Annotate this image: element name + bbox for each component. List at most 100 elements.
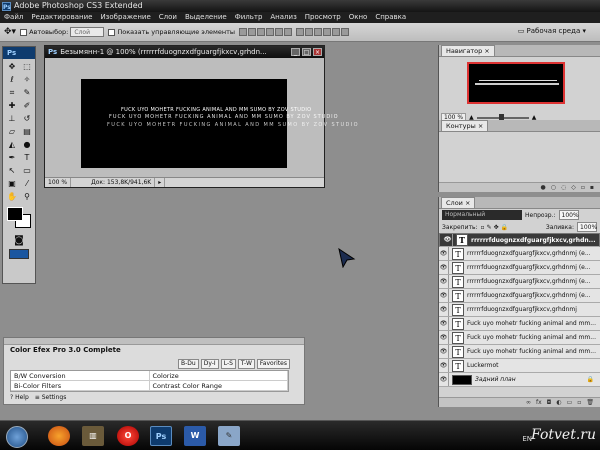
eye-icon[interactable]: 👁 <box>439 373 449 386</box>
menu-select[interactable]: Выделение <box>181 12 231 23</box>
new-layer-icon[interactable]: ▫ <box>577 398 581 407</box>
align-hcenter-icon[interactable] <box>275 28 284 36</box>
eye-icon[interactable]: 👁 <box>439 261 449 274</box>
eye-icon[interactable]: 👁 <box>439 317 449 330</box>
zoom-slider[interactable] <box>476 113 529 122</box>
zoom-tool-icon[interactable]: ⚲ <box>20 191 34 203</box>
tab-layers[interactable]: Слои × <box>441 197 476 208</box>
help-button[interactable]: ? Help <box>10 394 29 401</box>
distribute-left-icon[interactable] <box>323 28 332 36</box>
slice-tool-icon[interactable]: ✎ <box>20 87 34 99</box>
layer-row[interactable]: 👁 Trrrrrrfduognzxdfguargfjkxcv,grhdnmj (e… <box>439 261 600 275</box>
align-top-icon[interactable] <box>239 28 248 36</box>
stamp-tool-icon[interactable]: ⊥ <box>5 113 19 125</box>
show-controls-checkbox[interactable] <box>108 28 116 36</box>
tab-dy-i[interactable]: Dy-I <box>200 359 219 369</box>
zoom-level[interactable]: 100 % <box>45 178 72 187</box>
notes-tool-icon[interactable]: ▣ <box>5 178 19 190</box>
screen-mode-icon[interactable] <box>9 249 29 259</box>
tab-navigator[interactable]: Навигатор × <box>441 45 495 56</box>
shape-tool-icon[interactable]: ▭ <box>20 165 34 177</box>
menu-view[interactable]: Просмотр <box>301 12 345 23</box>
minimize-icon[interactable]: _ <box>291 48 300 56</box>
gradient-tool-icon[interactable]: ▤ <box>20 126 34 138</box>
paint-icon[interactable]: ✎ <box>218 426 240 446</box>
autoselect-checkbox[interactable] <box>20 28 28 36</box>
filter-item[interactable]: Contrast Color Range <box>150 381 288 390</box>
make-path-icon[interactable]: ◇ <box>571 183 576 192</box>
blend-mode-dropdown[interactable]: Нормальный <box>442 210 522 220</box>
layer-row[interactable]: 👁 T Luckermot <box>439 359 600 373</box>
layer-row[interactable]: 👁 Trrrrrrfduognzxdfguargfjkxcv,grhdnmj (e… <box>439 247 600 261</box>
new-path-icon[interactable]: ▫ <box>581 183 585 192</box>
tab-b-du[interactable]: B-Du <box>177 359 199 369</box>
background-layer-row[interactable]: 👁 Задний план 🔒 <box>439 373 600 387</box>
delete-path-icon[interactable]: ▪ <box>590 183 594 192</box>
load-selection-icon[interactable]: ◌ <box>561 183 566 192</box>
dodge-tool-icon[interactable]: ● <box>20 139 34 151</box>
distribute-hcenter-icon[interactable] <box>332 28 341 36</box>
eye-icon[interactable]: 👁 <box>439 303 449 316</box>
align-right-icon[interactable] <box>284 28 293 36</box>
layer-row[interactable]: 👁 T Fuck uyo mohetr fucking animal and mm.… <box>439 317 600 331</box>
move-tool-icon[interactable]: ✥▾ <box>4 27 16 37</box>
color-swatches[interactable] <box>5 207 33 233</box>
eye-icon[interactable]: 👁 <box>439 359 449 372</box>
start-button[interactable] <box>6 426 28 448</box>
layer-mask-icon[interactable]: ◘ <box>547 398 552 407</box>
tab-paths[interactable]: Контуры × <box>441 120 489 131</box>
eye-icon[interactable]: 👁 <box>443 234 453 246</box>
library-icon[interactable]: ▥ <box>82 426 104 446</box>
firefox-icon[interactable] <box>48 426 70 446</box>
layer-row[interactable]: 👁 Trrrrrrfduognzxdfguargfjkxcv,grhdnmj (e… <box>439 275 600 289</box>
eraser-tool-icon[interactable]: ▱ <box>5 126 19 138</box>
hand-tool-icon[interactable]: ✋ <box>5 191 19 203</box>
distribute-vcenter-icon[interactable] <box>305 28 314 36</box>
menu-file[interactable]: Файл <box>0 12 27 23</box>
menu-edit[interactable]: Редактирование <box>27 12 96 23</box>
settings-button[interactable]: ≡ Settings <box>35 394 67 401</box>
word-taskbar-button[interactable]: W <box>184 426 206 446</box>
document-size[interactable]: Док: 153,8K/941,6K <box>71 178 156 187</box>
lasso-tool-icon[interactable]: ℓ <box>5 74 19 86</box>
menu-help[interactable]: Справка <box>371 12 410 23</box>
healing-tool-icon[interactable]: ✚ <box>5 100 19 112</box>
fill-field[interactable]: 100% <box>577 222 597 232</box>
eye-icon[interactable]: 👁 <box>439 331 449 344</box>
align-bottom-icon[interactable] <box>257 28 266 36</box>
marquee-tool-icon[interactable]: ⬚ <box>20 61 34 73</box>
opacity-field[interactable]: 100% <box>558 210 579 220</box>
pen-tool-icon[interactable]: ✒ <box>5 152 19 164</box>
close-icon[interactable]: × <box>484 47 489 55</box>
crop-tool-icon[interactable]: ⌗ <box>5 87 19 99</box>
document-title-bar[interactable]: Ps Безымянн-1 @ 100% (rrrrrrfduognzxdfgu… <box>45 46 324 58</box>
distribute-top-icon[interactable] <box>296 28 305 36</box>
distribute-bottom-icon[interactable] <box>314 28 323 36</box>
tab-favorites[interactable]: Favorites <box>256 359 290 369</box>
tab-l-s[interactable]: L-S <box>220 359 236 369</box>
path-select-tool-icon[interactable]: ↖ <box>5 165 19 177</box>
maximize-icon[interactable]: □ <box>302 48 311 56</box>
link-layers-icon[interactable]: ∞ <box>526 398 531 407</box>
color-efex-header[interactable] <box>4 338 304 345</box>
filter-item[interactable]: Colorize <box>150 371 288 380</box>
eye-icon[interactable]: 👁 <box>439 247 449 260</box>
lock-icons[interactable]: ▫✎✥🔒 <box>481 224 511 231</box>
eye-icon[interactable]: 👁 <box>439 289 449 302</box>
quick-mask-icon[interactable]: ◙ <box>3 235 35 246</box>
layer-row[interactable]: 👁 Trrrrrrfduognzxdfguargfjkxcv,grhdnmj (e… <box>439 289 600 303</box>
layer-row[interactable]: 👁 T Fuck uyo mohetr fucking animal and mm.… <box>439 345 600 359</box>
stroke-path-icon[interactable]: ○ <box>551 183 556 192</box>
magic-wand-tool-icon[interactable]: ✧ <box>20 74 34 86</box>
status-arrow-icon[interactable]: ▸ <box>155 178 166 187</box>
delete-layer-icon[interactable]: 🗑 <box>586 398 594 407</box>
eyedropper-tool-icon[interactable]: ⁄ <box>20 178 34 190</box>
align-left-icon[interactable] <box>266 28 275 36</box>
navigator-thumbnail[interactable] <box>467 62 565 104</box>
history-brush-icon[interactable]: ↺ <box>20 113 34 125</box>
align-vcenter-icon[interactable] <box>248 28 257 36</box>
close-icon[interactable]: × <box>465 199 470 207</box>
menu-image[interactable]: Изображение <box>96 12 154 23</box>
tab-t-w[interactable]: T-W <box>237 359 255 369</box>
document-canvas[interactable]: FUCK UYO MOHETR FUCKING ANIMAL AND MM SU… <box>81 79 358 168</box>
